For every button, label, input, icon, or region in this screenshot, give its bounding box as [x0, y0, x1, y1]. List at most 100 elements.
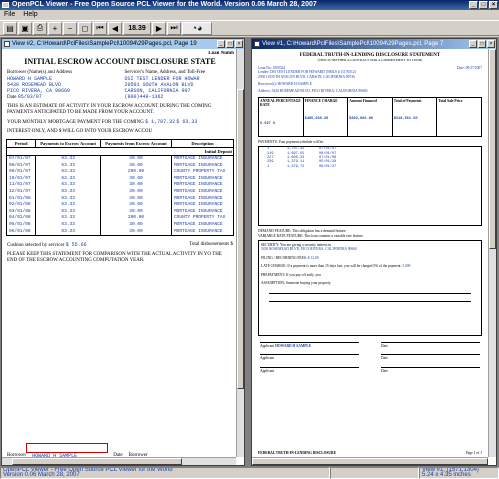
first-page-icon[interactable]: ⏮: [93, 21, 107, 35]
horizontal-scrollbar[interactable]: [2, 457, 236, 465]
payment-schedule: 1 1,707.32 07/01/07 119 1,697.55 08/01/07 227 1…: [258, 146, 482, 227]
vertical-scrollbar[interactable]: [236, 49, 244, 457]
table-cell: 12/01/07: [5, 188, 37, 196]
doc-heading: INITIAL ESCROW ACCOUNT DISCLOSURE STATE: [24, 57, 216, 66]
col-header: Payments to Escrow Account: [35, 139, 102, 148]
table-cell: MORTGAGE INSURANCE: [170, 228, 235, 237]
table-cell: 30.00: [100, 228, 172, 237]
table-cell: 30.00: [100, 188, 172, 196]
window-title-left[interactable]: View #2, C:\Howard\PclFiles\SamplePcl\10…: [2, 39, 244, 49]
footer-left: FEDERAL TRUTH-IN-LENDING DISCLOSURE: [258, 450, 337, 455]
footer-right: Page 1 of 1: [465, 450, 482, 455]
close-button[interactable]: ×: [489, 1, 498, 9]
col-header: Description: [170, 139, 235, 148]
table-cell: 63.33: [35, 228, 102, 237]
interest-only-line: INTEREST ONLY, AND $ WILL GO INTO YOUR E…: [7, 129, 153, 134]
maximize-button[interactable]: □: [479, 1, 488, 9]
late-amount: 5.000: [402, 264, 411, 269]
table-cell: 63.33: [35, 221, 102, 229]
security-address: 5430 ROSEMEAD BLVD, PICO RIVERA, CALIFOR…: [261, 247, 357, 252]
last-page-icon[interactable]: ⏭: [167, 21, 181, 35]
info-icon[interactable]: ◔◕: [182, 21, 212, 35]
table-cell: 63.33: [35, 182, 102, 189]
schedule-label: PAYMENTS: Your payment schedule will be:: [258, 139, 325, 144]
scroll-thumb[interactable]: [237, 89, 244, 389]
window-close-button[interactable]: ×: [235, 40, 243, 48]
window-maximize-button[interactable]: □: [226, 40, 234, 48]
signature-highlight: [26, 443, 108, 453]
table-cell: MORTGAGE INSURANCE: [170, 202, 235, 209]
zoom-in-icon[interactable]: +: [48, 21, 62, 35]
open-icon[interactable]: ▤: [3, 21, 17, 35]
schedule-cell: 1,379.72: [287, 164, 305, 169]
assume-label: ASSUMPTION: Someone buying your property: [261, 281, 331, 286]
print-icon[interactable]: ⎙: [33, 21, 47, 35]
vertical-scrollbar[interactable]: [488, 49, 496, 457]
table-cell: 30.00: [100, 182, 172, 189]
amount-financed-box: Amount Financed $303,002.80: [348, 97, 393, 136]
document-icon: [4, 41, 10, 47]
table-cell: MORTGAGE INSURANCE: [170, 155, 235, 163]
page-view-left[interactable]: Loan Numb INITIAL ESCROW ACCOUNT DISCLOS…: [4, 51, 236, 459]
scroll-thumb[interactable]: [252, 458, 488, 465]
signature-row: Applicant HOWARD H SAMPLE Date: [254, 342, 486, 349]
table-cell: MORTGAGE INSURANCE: [170, 188, 235, 196]
fit-icon[interactable]: ◻: [78, 21, 92, 35]
minimize-button[interactable]: _: [469, 1, 478, 9]
table-cell: 200.00: [100, 169, 172, 176]
table-cell: 02/01/08: [5, 202, 37, 209]
table-row: 07/01/07 63.33 30.00 MORTGAGE INSURANCE: [5, 155, 235, 163]
table-row: 05/01/08 63.33 30.00 MORTGAGE INSURANCE: [5, 221, 235, 229]
applicant-name: HOWARD H SAMPLE: [275, 344, 312, 349]
page-view-right[interactable]: FEDERAL TRUTH-IN-LENDING DISCLOSURE STAT…: [254, 51, 486, 459]
table-cell: 63.33: [35, 155, 102, 163]
estimate-paragraph: THIS IS AN ESTIMATE OF ACTIVITY IN YOUR …: [7, 104, 212, 115]
window-minimize-button[interactable]: _: [217, 40, 225, 48]
tila-boxes: ANNUAL PERCENTAGE RATE 6.527 % FINANCE CH…: [258, 96, 482, 137]
table-cell: 07/01/07: [5, 155, 37, 163]
menu-help[interactable]: Help: [23, 10, 37, 20]
menu-bar: File Help: [0, 10, 499, 20]
status-message: OpenPCL Viewer - Free Open Source PCL Vi…: [0, 467, 330, 479]
window-close-button[interactable]: ×: [487, 40, 495, 48]
next-page-icon[interactable]: ▶: [152, 21, 166, 35]
finance-charge-box: FINANCE CHARGE $485,039.20: [304, 97, 349, 136]
prepay-label: PREPAYMENT: If you pay off early, you: [261, 272, 321, 277]
loan-number-label: Loan Numb: [208, 51, 234, 56]
filing-amount: $ 12.00: [307, 255, 319, 260]
table-row: 06/01/08 63.33 30.00 MORTGAGE INSURANCE: [5, 228, 235, 237]
signature-row: Applicant Date: [254, 354, 486, 360]
page-number-field[interactable]: 18.39: [123, 21, 151, 35]
table-row: 12/01/07 63.33 30.00 MORTGAGE INSURANCE: [5, 188, 235, 196]
table-cell: 06/01/08: [5, 228, 37, 237]
zoom-out-icon[interactable]: −: [63, 21, 77, 35]
table-row: 04/01/08 63.33 200.00 COUNTY PROPERTY TAX: [5, 215, 235, 222]
document-icon: [254, 41, 260, 47]
document-window-right[interactable]: View #1, C:\Howard\PclFiles\SamplePcl\10…: [251, 38, 497, 466]
schedule-cell: 1: [267, 164, 270, 169]
table-cell: 63.33: [35, 169, 102, 176]
horizontal-scrollbar[interactable]: [252, 457, 488, 465]
window-maximize-button[interactable]: □: [478, 40, 486, 48]
total-payments-box: Total of Payments $618,551.50: [393, 97, 438, 136]
app-title: OpenPCL Viewer - Free Open Source PCL Vi…: [12, 1, 317, 8]
escrow-table: Period Payments to Escrow Account Paymen…: [5, 139, 235, 237]
table-cell: COUNTY PROPERTY TAX: [170, 169, 235, 176]
menu-file[interactable]: File: [4, 10, 15, 20]
prev-page-icon[interactable]: ◀: [108, 21, 122, 35]
table-cell: 11/01/07: [5, 182, 37, 189]
scroll-thumb[interactable]: [12, 458, 182, 465]
servicer-line: (800)449-1362: [124, 94, 164, 100]
doc-date: Date: 09/27/2007: [456, 65, 482, 70]
toolbar: ▤ ▣ ⎙ + − ◻ ⏮ ◀ 18.39 ▶ ⏭ ◔◕: [0, 20, 499, 36]
window-minimize-button[interactable]: _: [469, 40, 477, 48]
save-icon[interactable]: ▣: [18, 21, 32, 35]
window-title-right[interactable]: View #1, C:\Howard\PclFiles\SamplePcl\10…: [252, 39, 496, 49]
document-window-left[interactable]: View #2, C:\Howard\PclFiles\SamplePcl\10…: [1, 38, 245, 466]
table-cell: COUNTY PROPERTY TAX: [170, 215, 235, 222]
scroll-thumb[interactable]: [489, 49, 496, 249]
variable-rate: VARIABLE RATE FEATURE: This loan contain…: [258, 233, 364, 238]
table-cell: MORTGAGE INSURANCE: [170, 221, 235, 229]
table-cell: 63.33: [35, 188, 102, 196]
table-cell: 09/01/07: [5, 169, 37, 176]
